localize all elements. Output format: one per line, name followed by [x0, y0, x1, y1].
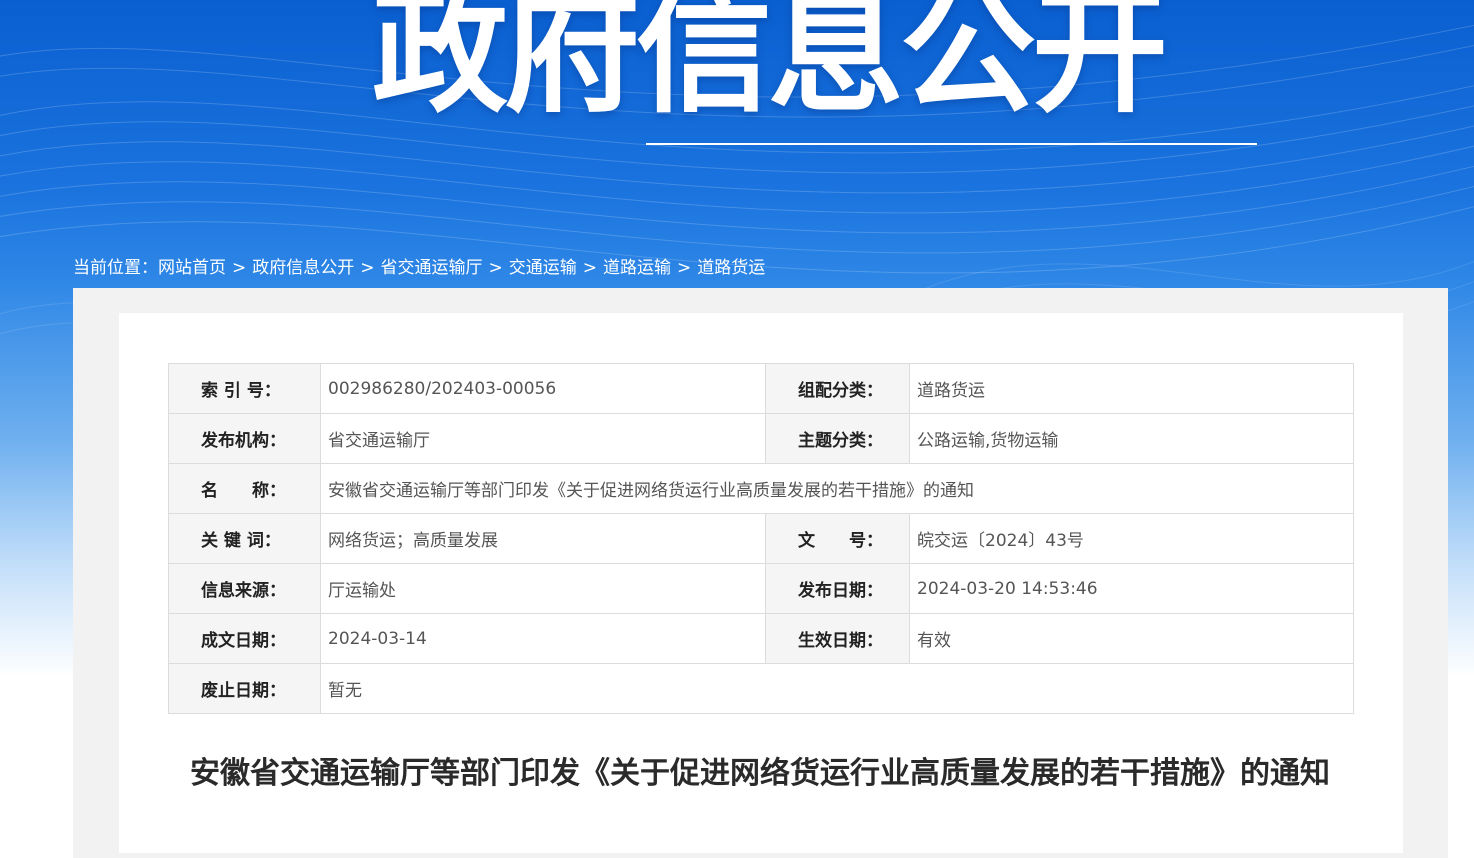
publisher-value: 省交通运输厅 [320, 413, 766, 464]
written-date-label: 成文日期： [168, 613, 321, 664]
publisher-label: 发布机构： [168, 413, 321, 464]
breadcrumb-separator: > [360, 258, 375, 278]
breadcrumb-link-transport[interactable]: 交通运输 [509, 258, 577, 278]
breadcrumb-separator: > [582, 258, 597, 278]
effective-date-label: 生效日期： [765, 613, 910, 664]
topic-value: 公路运输,货物运输 [909, 413, 1354, 464]
publish-date-label: 发布日期： [765, 563, 910, 614]
topic-label: 主题分类： [765, 413, 910, 464]
breadcrumb-link-home[interactable]: 网站首页 [158, 258, 226, 278]
written-date-value: 2024-03-14 [320, 613, 766, 664]
abolish-date-label: 废止日期： [168, 663, 321, 714]
document-info-table: 索 引 号： 002986280/202403-00056 组配分类： 道路货运… [168, 363, 1354, 714]
keywords-value: 网络货运；高质量发展 [320, 513, 766, 564]
breadcrumb-separator: > [488, 258, 503, 278]
breadcrumb-link-department[interactable]: 省交通运输厅 [381, 258, 483, 278]
effective-date-value: 有效 [909, 613, 1354, 664]
category-value: 道路货运 [909, 363, 1354, 414]
keywords-label: 关 键 词： [168, 513, 321, 564]
index-number-value: 002986280/202403-00056 [320, 363, 766, 414]
publish-date-value: 2024-03-20 14:53:46 [909, 563, 1354, 614]
breadcrumb: 当前位置：网站首页 > 政府信息公开 > 省交通运输厅 > 交通运输 > 道路运输 > 道路货运 [73, 255, 765, 281]
breadcrumb-prefix: 当前位置： [73, 258, 158, 278]
article-title: 安徽省交通运输厅等部门印发《关于促进网络货运行业高质量发展的若干措施》的通知 [190, 756, 1330, 791]
banner-underline [646, 143, 1257, 145]
document-number-value: 皖交运〔2024〕43号 [909, 513, 1354, 564]
table-row: 发布机构： 省交通运输厅 主题分类： 公路运输,货物运输 [168, 413, 1354, 464]
name-value: 安徽省交通运输厅等部门印发《关于促进网络货运行业高质量发展的若干措施》的通知 [320, 463, 1354, 514]
table-row: 废止日期： 暂无 [168, 663, 1354, 714]
breadcrumb-link-gov-info[interactable]: 政府信息公开 [252, 258, 354, 278]
breadcrumb-separator: > [677, 258, 692, 278]
breadcrumb-separator: > [232, 258, 247, 278]
table-row: 信息来源： 厅运输处 发布日期： 2024-03-20 14:53:46 [168, 563, 1354, 614]
name-label: 名 称： [168, 463, 321, 514]
banner-title: 政府信息公开 [372, 0, 1168, 132]
document-number-label: 文 号： [765, 513, 910, 564]
table-row: 索 引 号： 002986280/202403-00056 组配分类： 道路货运 [168, 363, 1354, 414]
breadcrumb-link-road-transport[interactable]: 道路运输 [603, 258, 671, 278]
category-label: 组配分类： [765, 363, 910, 414]
index-number-label: 索 引 号： [168, 363, 321, 414]
abolish-date-value: 暂无 [320, 663, 1354, 714]
source-label: 信息来源： [168, 563, 321, 614]
table-row: 成文日期： 2024-03-14 生效日期： 有效 [168, 613, 1354, 664]
table-row: 名 称： 安徽省交通运输厅等部门印发《关于促进网络货运行业高质量发展的若干措施》… [168, 463, 1354, 514]
breadcrumb-link-road-freight[interactable]: 道路货运 [697, 258, 765, 278]
source-value: 厅运输处 [320, 563, 766, 614]
table-row: 关 键 词： 网络货运；高质量发展 文 号： 皖交运〔2024〕43号 [168, 513, 1354, 564]
